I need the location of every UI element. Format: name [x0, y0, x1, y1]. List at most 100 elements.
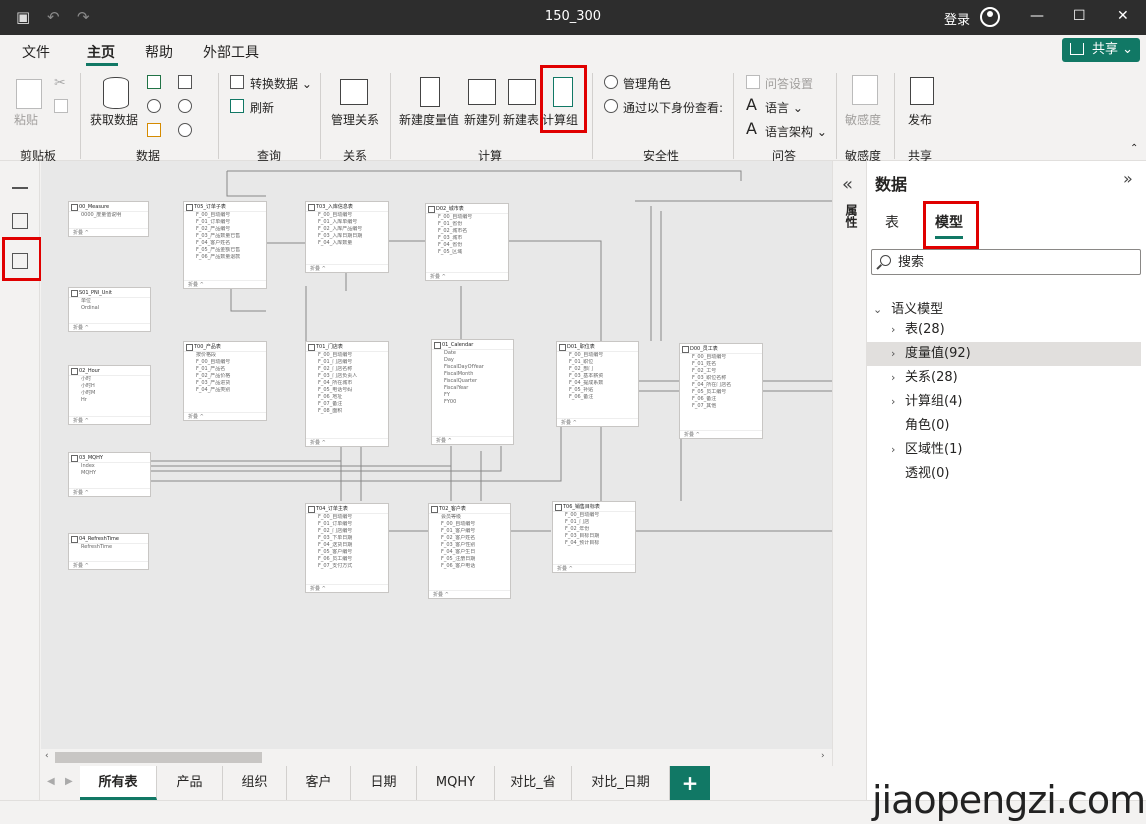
excel-icon[interactable] — [147, 75, 161, 89]
language-button[interactable]: 语言 ⌄ — [765, 99, 803, 116]
page-tab[interactable]: 所有表 — [80, 766, 157, 800]
collapse-link[interactable]: 折叠 ^ — [306, 264, 388, 272]
report-view-icon[interactable] — [12, 173, 28, 189]
expand-properties-icon[interactable]: « — [842, 174, 853, 195]
table-card[interactable]: 02_Hour 小时 小时H 小时M Hr 折叠 ^ — [68, 365, 151, 425]
page-tab[interactable]: 对比_日期 — [572, 766, 670, 800]
horizontal-scrollbar[interactable]: ‹ › — [41, 749, 832, 766]
table-card[interactable]: T04_订单主表 F_00_自动编号 F_01_订单编号 F_02_门店编号 F_0… — [305, 503, 389, 593]
view-as-button[interactable]: 通过以下身份查看: — [623, 99, 723, 116]
get-data-button[interactable]: 获取数据 — [90, 111, 138, 128]
page-tab[interactable]: 日期 — [351, 766, 417, 800]
table-card[interactable]: 03_MQHY Index MQHY 折叠 ^ — [68, 452, 151, 497]
page-tab[interactable]: 对比_省 — [495, 766, 572, 800]
maximize-icon[interactable]: ☐ — [1073, 8, 1086, 24]
search-input[interactable] — [898, 253, 1128, 271]
table-card[interactable]: D02_城市表 F_00_自动编号 F_01_省份 F_02_城市名 F_03_城市… — [425, 203, 509, 281]
collapse-link[interactable]: 折叠 ^ — [426, 272, 508, 280]
dataverse-icon[interactable] — [147, 99, 161, 113]
table-card[interactable]: T01_门店表 F_00_自动编号 F_01_门店编号 F_02_门店名称 F_03… — [305, 341, 389, 447]
table-card[interactable]: S01_PNI_Unit 单位 Ordinal 折叠 ^ — [68, 287, 151, 332]
refresh-button[interactable]: 刷新 — [250, 99, 274, 116]
account-icon[interactable] — [980, 7, 1000, 27]
tree-item-measures[interactable]: › 度量值(92) — [867, 342, 1141, 366]
table-field: F_01_姓名 — [692, 361, 717, 367]
collapse-ribbon-icon[interactable]: ⌃ — [1130, 143, 1138, 154]
menu-tab-help[interactable]: 帮助 — [145, 42, 173, 62]
collapse-link[interactable]: 折叠 ^ — [429, 590, 510, 598]
menu-tab-external-tools[interactable]: 外部工具 — [203, 42, 259, 62]
tree-item-perspectives[interactable]: 透视(0) — [867, 462, 1141, 486]
new-table-button[interactable]: 新建表 — [503, 111, 539, 128]
collapse-link[interactable]: 折叠 ^ — [557, 418, 638, 426]
table-card[interactable]: T00_产品表 按价格段 F_00_自动编号 F_01_产品名 F_02_产品价格 … — [183, 341, 267, 421]
login-link[interactable]: 登录 — [944, 9, 970, 28]
add-page-button[interactable]: + — [670, 766, 710, 800]
publish-button[interactable]: 发布 — [908, 111, 932, 128]
table-field: 小时H — [81, 383, 95, 389]
transform-data-button[interactable]: 转换数据 ⌄ — [250, 75, 312, 92]
share-button[interactable]: 共享 ⌄ — [1062, 38, 1140, 62]
table-card[interactable]: 00_Measure 0000_度量值说明 折叠 ^ — [68, 201, 149, 237]
tree-item-cultures[interactable]: › 区域性(1) — [867, 438, 1141, 462]
page-tab[interactable]: 产品 — [157, 766, 223, 800]
table-card[interactable]: 01_Calendar Date Day FiscalDayOfYear Fisca… — [431, 339, 514, 445]
minimize-icon[interactable]: — — [1030, 8, 1044, 24]
table-card[interactable]: D00_员工表 F_00_自动编号 F_01_姓名 F_02_工号 F_03_职位名… — [679, 343, 763, 439]
tree-item-calc-groups[interactable]: › 计算组(4) — [867, 390, 1141, 414]
collapse-link[interactable]: 折叠 ^ — [306, 438, 388, 446]
enter-data-icon[interactable] — [147, 123, 161, 137]
table-card[interactable]: T02_客户表 会员等级 F_00_自动编号 F_01_客户编号 F_02_客户姓名… — [428, 503, 511, 599]
table-view-icon[interactable] — [12, 213, 28, 229]
page-tab[interactable]: MQHY — [417, 766, 495, 800]
tree-item-relationships[interactable]: › 关系(28) — [867, 366, 1141, 390]
collapse-link[interactable]: 折叠 ^ — [184, 412, 266, 420]
collapse-link[interactable]: 折叠 ^ — [69, 416, 150, 424]
dataset-icon[interactable] — [178, 75, 192, 89]
table-card[interactable]: T05_订单子表 F_00_自动编号 F_01_订单编号 F_02_产品编号 F_0… — [183, 201, 267, 289]
qa-settings-button[interactable]: 问答设置 — [765, 75, 813, 92]
table-card[interactable]: D01_职位表 F_00_自动编号 F_01_职位 F_02_部门 F_03_基本薪… — [556, 341, 639, 427]
tree-item-roles[interactable]: 角色(0) — [867, 414, 1141, 438]
tab-tables[interactable]: 表 — [885, 212, 899, 232]
collapse-link[interactable]: 折叠 ^ — [69, 488, 150, 496]
collapse-link[interactable]: 折叠 ^ — [306, 584, 388, 592]
collapse-link[interactable]: 折叠 ^ — [553, 564, 635, 572]
new-column-button[interactable]: 新建列 — [464, 111, 500, 128]
copy-icon[interactable] — [54, 99, 68, 113]
menu-tab-file[interactable]: 文件 — [22, 42, 50, 62]
collapse-link[interactable]: 折叠 ^ — [69, 323, 150, 331]
page-tab[interactable]: 组织 — [223, 766, 287, 800]
semantic-model-root[interactable]: ⌄ 语义模型 — [873, 298, 943, 317]
collapse-link[interactable]: 折叠 ^ — [69, 228, 148, 236]
search-box[interactable] — [871, 249, 1141, 275]
collapse-link[interactable]: 折叠 ^ — [69, 561, 148, 569]
language-schema-button[interactable]: 语言架构 ⌄ — [765, 123, 827, 140]
manage-roles-button[interactable]: 管理角色 — [623, 75, 671, 92]
menu-tab-home[interactable]: 主页 — [87, 42, 115, 62]
next-page-icon[interactable]: ▶ — [65, 776, 73, 787]
collapse-link[interactable]: 折叠 ^ — [184, 280, 266, 288]
properties-label[interactable]: 属性 — [842, 204, 858, 228]
model-canvas[interactable]: 00_Measure 0000_度量值说明 折叠 ^ T05_订单子表 F_00… — [41, 161, 832, 749]
scroll-thumb[interactable] — [55, 752, 262, 763]
table-field: FY00 — [444, 399, 457, 405]
prev-page-icon[interactable]: ◀ — [47, 776, 55, 787]
collapse-pane-icon[interactable]: » — [1123, 169, 1133, 188]
close-icon[interactable]: ✕ — [1117, 8, 1129, 24]
tree-item-tables[interactable]: › 表(28) — [867, 318, 1141, 342]
table-card[interactable]: T03_入库信息表 F_00_自动编号 F_01_入库单编号 F_02_入库产品编… — [305, 201, 389, 273]
table-card[interactable]: 04_RefreshTime RefreshTime 折叠 ^ — [68, 533, 149, 570]
sql-icon[interactable] — [178, 99, 192, 113]
sensitivity-button[interactable]: 敏感度 — [845, 111, 881, 128]
new-measure-button[interactable]: 新建度量值 — [399, 111, 459, 128]
page-tab[interactable]: 客户 — [287, 766, 351, 800]
paste-button[interactable]: 粘贴 — [14, 111, 38, 128]
table-card[interactable]: T06_销售目标表 F_00_自动编号 F_01_门店 F_02_年份 F_03_目… — [552, 501, 636, 573]
cut-icon[interactable]: ✂ — [54, 75, 66, 91]
recent-sources-icon[interactable] — [178, 123, 192, 137]
paste-icon — [16, 79, 42, 109]
collapse-link[interactable]: 折叠 ^ — [432, 436, 513, 444]
collapse-link[interactable]: 折叠 ^ — [680, 430, 762, 438]
manage-relations-button[interactable]: 管理关系 — [331, 111, 379, 128]
